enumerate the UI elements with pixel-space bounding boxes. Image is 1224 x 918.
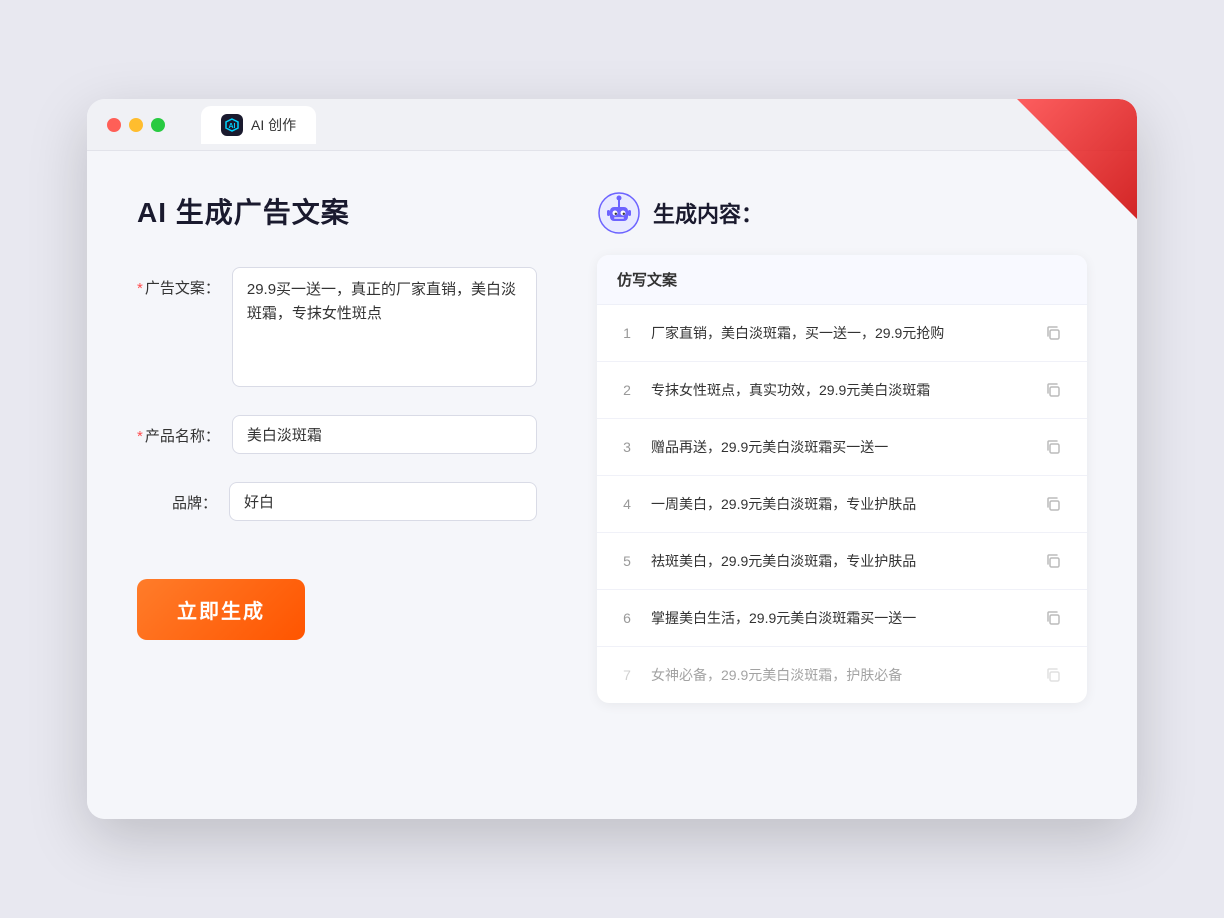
browser-window: AI AI 创作 AI 生成广告文案 *广告文案： 29.9买一送一，真正的厂家… [87,99,1137,819]
results-table: 仿写文案 1 厂家直销，美白淡斑霜，买一送一，29.9元抢购 2 专抹女性斑点，… [597,255,1087,703]
svg-text:AI: AI [229,123,236,130]
form-group-brand: 品牌： [137,482,537,521]
copy-button-6[interactable] [1039,604,1067,632]
row-num-7: 7 [617,667,637,683]
maximize-button[interactable] [151,118,165,132]
row-text-3: 赠品再送，29.9元美白淡斑霜买一送一 [651,437,1025,458]
row-text-7: 女神必备，29.9元美白淡斑霜，护肤必备 [651,665,1025,686]
row-text-4: 一周美白，29.9元美白淡斑霜，专业护肤品 [651,494,1025,515]
minimize-button[interactable] [129,118,143,132]
copy-button-5[interactable] [1039,547,1067,575]
copy-button-2[interactable] [1039,376,1067,404]
table-row: 3 赠品再送，29.9元美白淡斑霜买一送一 [597,419,1087,476]
label-ad-copy: *广告文案： [137,267,220,298]
left-panel: AI 生成广告文案 *广告文案： 29.9买一送一，真正的厂家直销，美白淡斑霜，… [137,191,537,779]
row-num-5: 5 [617,553,637,569]
label-brand: 品牌： [137,482,217,513]
tab-label: AI 创作 [251,115,296,135]
row-num-4: 4 [617,496,637,512]
table-row: 1 厂家直销，美白淡斑霜，买一送一，29.9元抢购 [597,305,1087,362]
robot-icon [597,191,641,235]
right-panel: 生成内容： 仿写文案 1 厂家直销，美白淡斑霜，买一送一，29.9元抢购 2 专… [597,191,1087,779]
ai-tab-icon: AI [221,114,243,136]
copy-button-7[interactable] [1039,661,1067,689]
generate-button[interactable]: 立即生成 [137,579,305,640]
table-row: 7 女神必备，29.9元美白淡斑霜，护肤必备 [597,647,1087,703]
close-button[interactable] [107,118,121,132]
copy-button-3[interactable] [1039,433,1067,461]
required-star-1: * [137,280,143,297]
form-group-product-name: *产品名称： [137,415,537,454]
required-star-2: * [137,428,143,445]
form-group-ad-copy: *广告文案： 29.9买一送一，真正的厂家直销，美白淡斑霜，专抹女性斑点 [137,267,537,387]
row-num-2: 2 [617,382,637,398]
table-row: 5 祛斑美白，29.9元美白淡斑霜，专业护肤品 [597,533,1087,590]
row-text-2: 专抹女性斑点，真实功效，29.9元美白淡斑霜 [651,380,1025,401]
right-header: 生成内容： [597,191,1087,235]
main-content: AI 生成广告文案 *广告文案： 29.9买一送一，真正的厂家直销，美白淡斑霜，… [87,151,1137,819]
row-num-1: 1 [617,325,637,341]
row-text-1: 厂家直销，美白淡斑霜，买一送一，29.9元抢购 [651,323,1025,344]
copy-button-4[interactable] [1039,490,1067,518]
label-product-name: *产品名称： [137,415,220,446]
traffic-lights [107,118,165,132]
right-title: 生成内容： [653,197,763,229]
copy-button-1[interactable] [1039,319,1067,347]
row-text-5: 祛斑美白，29.9元美白淡斑霜，专业护肤品 [651,551,1025,572]
row-num-6: 6 [617,610,637,626]
ad-copy-textarea[interactable]: 29.9买一送一，真正的厂家直销，美白淡斑霜，专抹女性斑点 [232,267,537,387]
page-title: AI 生成广告文案 [137,191,537,231]
title-bar: AI AI 创作 [87,99,1137,151]
tab-ai-create[interactable]: AI AI 创作 [201,106,316,144]
row-num-3: 3 [617,439,637,455]
table-row: 6 掌握美白生活，29.9元美白淡斑霜买一送一 [597,590,1087,647]
brand-input[interactable] [229,482,537,521]
row-text-6: 掌握美白生活，29.9元美白淡斑霜买一送一 [651,608,1025,629]
table-row: 4 一周美白，29.9元美白淡斑霜，专业护肤品 [597,476,1087,533]
table-row: 2 专抹女性斑点，真实功效，29.9元美白淡斑霜 [597,362,1087,419]
table-header: 仿写文案 [597,255,1087,305]
product-name-input[interactable] [232,415,537,454]
